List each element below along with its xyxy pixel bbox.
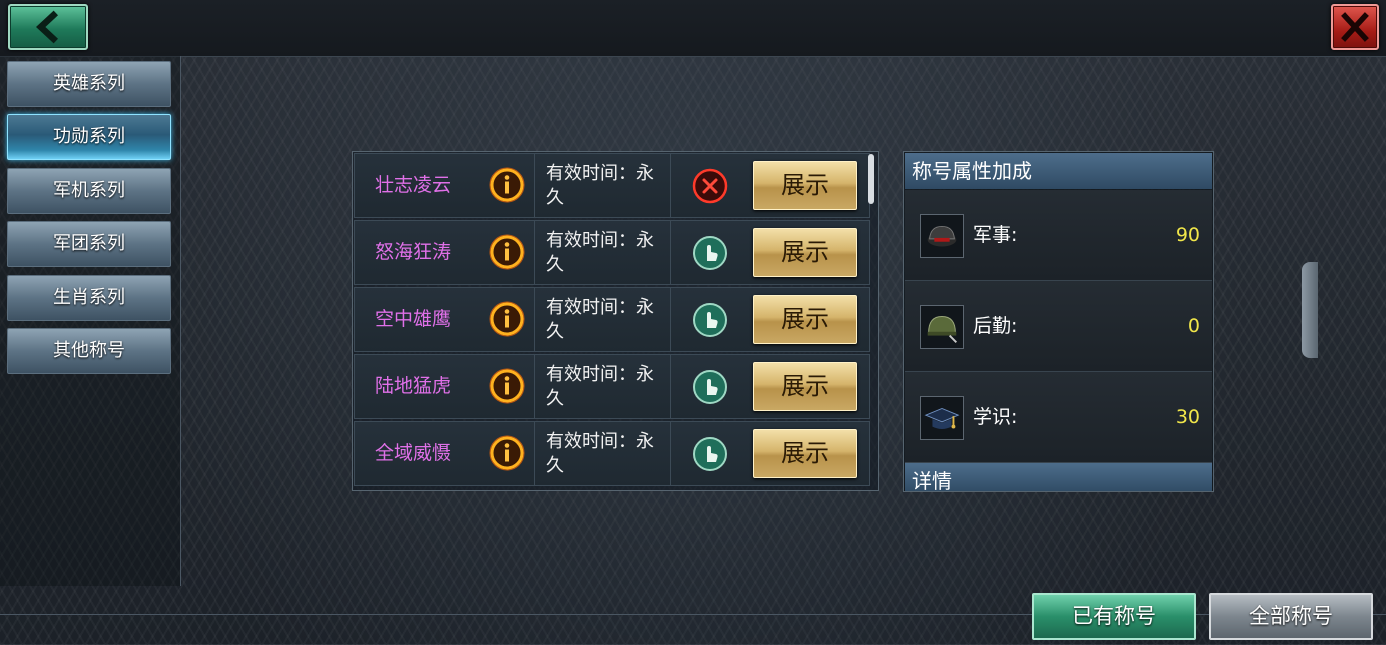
sidebar-item-other[interactable]: 其他称号 xyxy=(7,328,171,374)
bonus-panel-header: 称号属性加成 xyxy=(905,153,1212,189)
time-cell: 有效时间：永久 xyxy=(535,355,671,418)
validity-text: 有效时间：永久 xyxy=(546,297,654,342)
title-row: 壮志凌云 有效时间：永久 展示 xyxy=(354,153,870,218)
title-name-cell: 陆地猛虎 xyxy=(355,355,535,418)
time-cell: 有效时间：永久 xyxy=(535,154,671,217)
title-name-cell: 怒海狂涛 xyxy=(355,221,535,284)
info-icon[interactable] xyxy=(489,234,525,270)
show-button[interactable]: 展示 xyxy=(753,362,857,411)
info-icon[interactable] xyxy=(489,368,525,404)
show-button[interactable]: 展示 xyxy=(753,228,857,277)
tap-hand-icon[interactable] xyxy=(692,302,728,338)
unequip-x-icon[interactable] xyxy=(692,168,728,204)
title-name-cell: 全域威慑 xyxy=(355,422,535,485)
tap-hand-icon[interactable] xyxy=(692,436,728,472)
attribute-value: 30 xyxy=(1175,406,1200,428)
time-cell: 有效时间：永久 xyxy=(535,221,671,284)
title-row: 全域威慑 有效时间：永久 展示 xyxy=(354,421,870,486)
validity-text: 有效时间：永久 xyxy=(546,431,654,476)
close-x-icon xyxy=(1341,12,1369,42)
attribute-row: 学识: 30 xyxy=(905,372,1212,463)
time-cell: 有效时间：永久 xyxy=(535,422,671,485)
title-row: 怒海狂涛 有效时间：永久 展示 xyxy=(354,220,870,285)
title-name: 怒海狂涛 xyxy=(375,241,452,263)
detail-header: 详情 xyxy=(905,463,1212,491)
side-drawer-handle[interactable] xyxy=(1302,262,1318,358)
title-name: 空中雄鹰 xyxy=(375,308,452,330)
info-icon[interactable] xyxy=(489,435,525,471)
attribute-row: 后勤: 0 xyxy=(905,281,1212,372)
tap-hand-icon[interactable] xyxy=(692,235,728,271)
top-bar xyxy=(0,0,1386,57)
tap-hand-icon[interactable] xyxy=(692,369,728,405)
validity-text: 有效时间：永久 xyxy=(546,230,654,275)
attribute-label: 学识: xyxy=(973,406,1018,428)
attribute-label: 军事: xyxy=(973,224,1018,246)
attribute-value: 90 xyxy=(1175,224,1200,246)
title-name: 壮志凌云 xyxy=(375,174,452,196)
sidebar-item-hero[interactable]: 英雄系列 xyxy=(7,61,171,107)
bonus-panel: 称号属性加成 军事: 90 后勤: 0 学识: 30 详情 xyxy=(903,151,1214,492)
title-list[interactable]: 壮志凌云 有效时间：永久 展示 怒海狂涛 有效时间：永久 展示 空中雄鹰 有效时… xyxy=(352,151,879,491)
title-name-cell: 空中雄鹰 xyxy=(355,288,535,351)
sidebar-item-merit[interactable]: 功勋系列 xyxy=(7,114,171,160)
title-row: 空中雄鹰 有效时间：永久 展示 xyxy=(354,287,870,352)
sidebar-item-legion[interactable]: 军团系列 xyxy=(7,221,171,267)
attribute-row: 军事: 90 xyxy=(905,190,1212,281)
title-name: 全域威慑 xyxy=(375,442,452,464)
military-helmet-icon xyxy=(920,214,964,258)
show-button[interactable]: 展示 xyxy=(753,295,857,344)
info-icon[interactable] xyxy=(489,301,525,337)
title-row: 陆地猛虎 有效时间：永久 展示 xyxy=(354,354,870,419)
title-name-cell: 壮志凌云 xyxy=(355,154,535,217)
validity-text: 有效时间：永久 xyxy=(546,364,654,409)
show-button[interactable]: 展示 xyxy=(753,161,857,210)
owned-titles-tab[interactable]: 已有称号 xyxy=(1032,593,1196,640)
title-name: 陆地猛虎 xyxy=(375,375,452,397)
logistics-helmet-icon xyxy=(920,305,964,349)
validity-text: 有效时间：永久 xyxy=(546,163,654,208)
all-titles-tab[interactable]: 全部称号 xyxy=(1209,593,1373,640)
time-cell: 有效时间：永久 xyxy=(535,288,671,351)
graduation-cap-icon xyxy=(920,396,964,440)
sidebar-item-zodiac[interactable]: 生肖系列 xyxy=(7,275,171,321)
sidebar-item-aircraft[interactable]: 军机系列 xyxy=(7,168,171,214)
list-scrollbar[interactable] xyxy=(868,154,874,204)
close-button[interactable] xyxy=(1331,4,1379,50)
back-button[interactable] xyxy=(8,4,88,50)
attribute-value: 0 xyxy=(1187,315,1200,337)
attribute-label: 后勤: xyxy=(973,315,1018,337)
show-button[interactable]: 展示 xyxy=(753,429,857,478)
chevron-left-icon xyxy=(35,10,58,44)
info-icon[interactable] xyxy=(489,167,525,203)
